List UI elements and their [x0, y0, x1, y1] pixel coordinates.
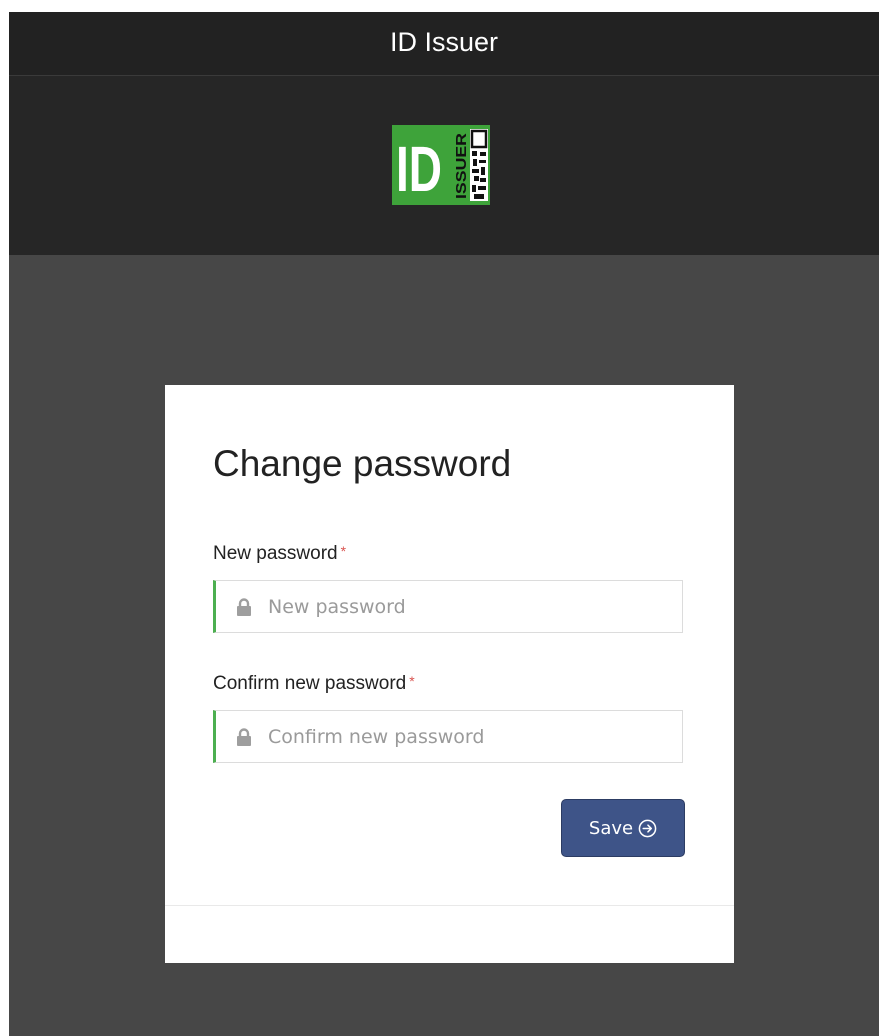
circle-arrow-right-icon	[638, 819, 657, 837]
required-marker: *	[409, 673, 415, 689]
lock-icon	[237, 728, 251, 746]
save-button[interactable]: Save	[561, 799, 685, 857]
confirm-password-label-text: Confirm new password	[213, 673, 407, 694]
confirm-password-input[interactable]	[268, 711, 668, 762]
new-password-label: New password *	[213, 543, 346, 565]
logo-id-text: ID	[396, 133, 442, 205]
app-frame: ID Issuer ID ISSUER Change password New …	[9, 12, 879, 1036]
app-title: ID Issuer	[389, 27, 499, 57]
logo-banner: ID ISSUER	[9, 76, 879, 255]
new-password-label-text: New password	[213, 543, 338, 564]
id-issuer-logo: ID ISSUER	[392, 125, 490, 205]
change-password-card: Change password New password * Confirm ne…	[165, 385, 734, 963]
card-footer-divider	[165, 905, 734, 906]
confirm-password-label: Confirm new password *	[213, 673, 415, 695]
save-button-label: Save	[588, 817, 634, 839]
logo-issuer-text: ISSUER	[453, 133, 470, 199]
new-password-input[interactable]	[268, 581, 668, 632]
lock-icon	[237, 598, 251, 616]
new-password-field	[213, 580, 683, 633]
confirm-password-field	[213, 710, 683, 763]
app-title-bar: ID Issuer	[9, 12, 879, 76]
required-marker: *	[340, 543, 347, 559]
page-title: Change password	[213, 443, 512, 484]
